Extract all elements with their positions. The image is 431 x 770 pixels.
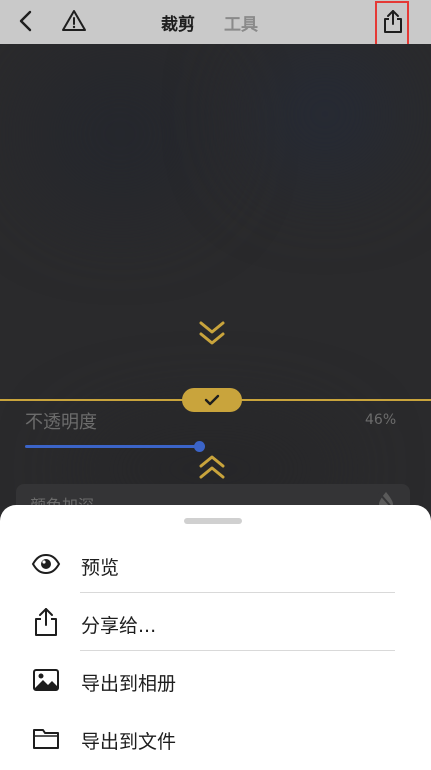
folder-icon [33, 729, 59, 749]
menu-item-label: 导出到相册 [81, 673, 177, 695]
opacity-slider-track[interactable] [25, 445, 200, 448]
menu-item-label: 导出到文件 [81, 731, 177, 753]
editor-canvas[interactable]: 不透明度 46% 颜色加深 [0, 44, 431, 506]
warning-button[interactable] [60, 7, 88, 35]
share-icon [384, 10, 402, 33]
menu-item-export-album[interactable]: 导出到相册 [0, 651, 431, 709]
chevron-double-up-icon[interactable] [197, 452, 227, 482]
chevron-left-icon [19, 10, 32, 32]
chevron-double-down-icon[interactable] [197, 319, 227, 349]
opacity-slider-thumb[interactable] [194, 441, 205, 452]
opacity-value: 46% [365, 412, 397, 428]
checkmark-icon [204, 394, 220, 406]
opacity-label: 不透明度 [25, 412, 97, 433]
background-texture [250, 44, 400, 184]
share-icon [35, 608, 57, 636]
top-bar: 裁剪 工具 [0, 0, 431, 44]
sheet-grabber[interactable] [184, 518, 242, 524]
menu-item-preview[interactable]: 预览 [0, 535, 431, 593]
menu-item-label: 分享给... [81, 615, 157, 637]
photo-icon [33, 669, 59, 691]
share-action-sheet: 预览 分享给... 导出到相册 导出到文件 [0, 505, 431, 770]
background-texture [30, 54, 210, 214]
back-button[interactable] [14, 8, 40, 34]
blend-mode-row[interactable]: 颜色加深 [16, 484, 410, 506]
menu-item-share[interactable]: 分享给... [0, 593, 431, 651]
blend-mode-label: 颜色加深 [30, 496, 95, 506]
tab-crop[interactable]: 裁剪 [161, 10, 195, 35]
drop-icon [378, 492, 393, 506]
menu-item-label: 预览 [81, 557, 120, 579]
warning-icon [62, 10, 86, 31]
menu-item-export-file[interactable]: 导出到文件 [0, 709, 431, 767]
tab-tools[interactable]: 工具 [224, 10, 258, 35]
eye-icon [31, 553, 61, 575]
confirm-button[interactable] [182, 388, 242, 412]
